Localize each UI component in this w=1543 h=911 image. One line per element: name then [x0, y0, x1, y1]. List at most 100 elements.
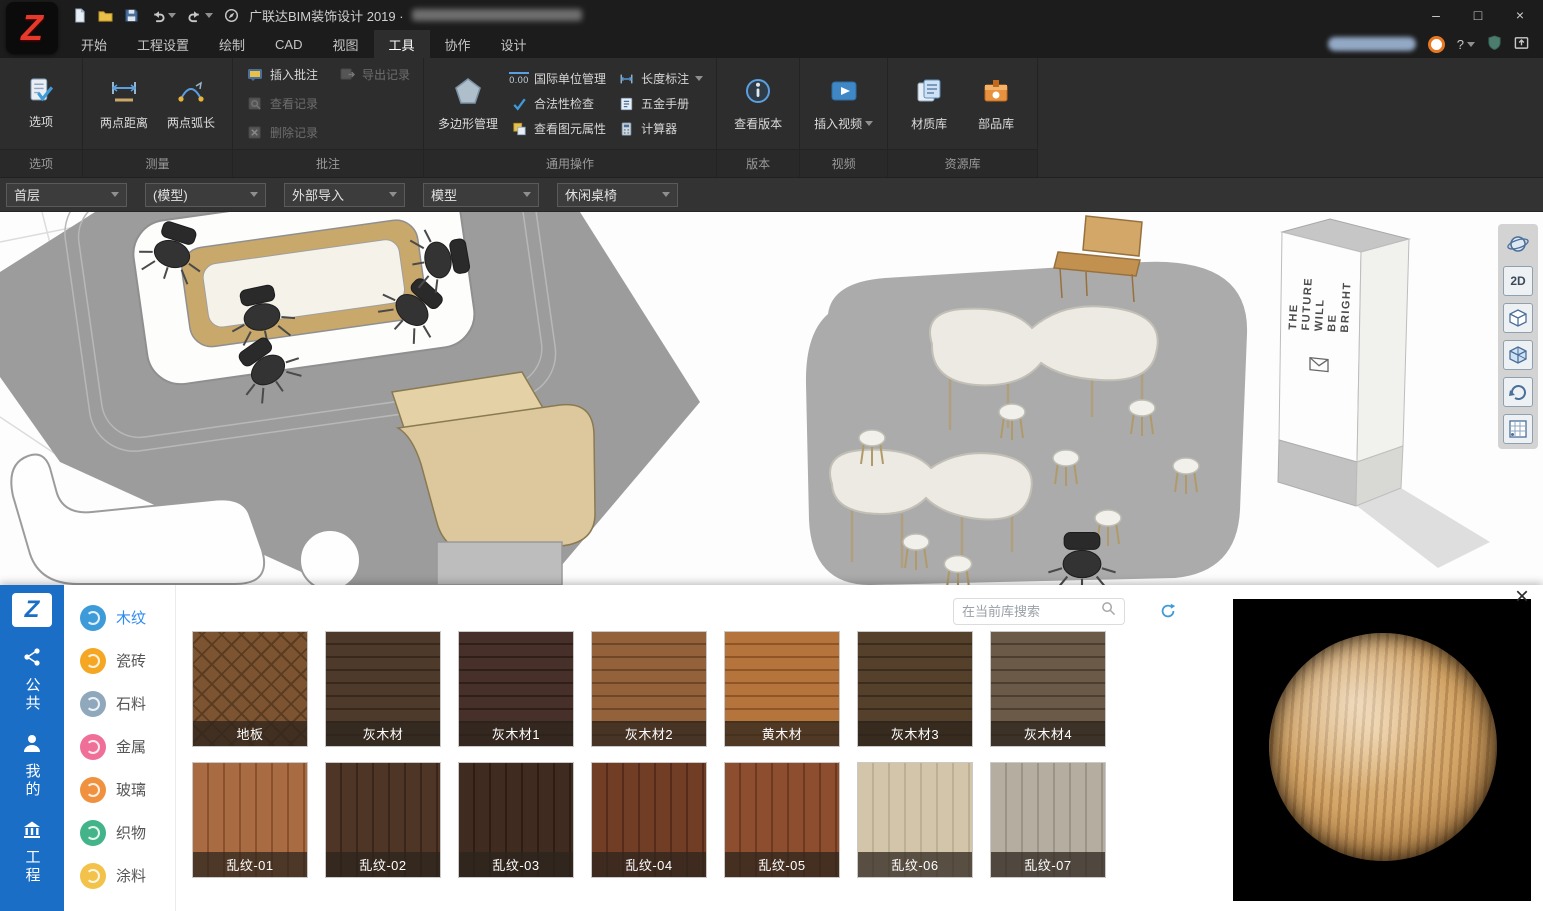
- undo-caret-icon: [168, 13, 176, 18]
- tab-draw[interactable]: 绘制: [204, 30, 260, 58]
- material-swatch-grain-06[interactable]: 乱纹-06: [857, 762, 973, 878]
- viewport-3d-canvas[interactable]: THE FUTURE WILL BE BRIGHT 2D: [0, 212, 1543, 585]
- tab-start[interactable]: 开始: [66, 30, 122, 58]
- group-label-options: 选项: [0, 149, 82, 177]
- refresh-icon[interactable]: [1157, 600, 1179, 622]
- open-file-icon[interactable]: [98, 8, 113, 23]
- insert-video-caret-icon: [865, 121, 873, 126]
- shield-icon[interactable]: [1487, 35, 1502, 53]
- hardware-manual-button[interactable]: 五金手册: [613, 91, 707, 116]
- view-2d-button[interactable]: 2D: [1503, 266, 1533, 296]
- insert-annotation-button[interactable]: 插入批注: [242, 62, 322, 87]
- swatch-label: 地板: [193, 721, 307, 746]
- tab-project-settings[interactable]: 工程设置: [122, 30, 204, 58]
- material-swatch-yellow-wood[interactable]: 黄木材: [724, 631, 840, 747]
- export-record-button[interactable]: 导出记录: [334, 62, 414, 87]
- publish-window-icon[interactable]: [1514, 35, 1529, 53]
- save-icon[interactable]: [124, 8, 139, 23]
- category-stone[interactable]: 石料: [64, 683, 175, 724]
- floor-selector[interactable]: 首层: [6, 183, 127, 207]
- tab-design[interactable]: 设计: [486, 30, 542, 58]
- tab-view[interactable]: 视图: [318, 30, 374, 58]
- viewport-scene: THE FUTURE WILL BE BRIGHT: [0, 212, 1543, 585]
- validity-check-button[interactable]: 合法性检查: [506, 91, 610, 116]
- material-swatch-gray-wood-4[interactable]: 灰木材4: [990, 631, 1106, 747]
- options-button[interactable]: 选项: [9, 62, 73, 146]
- category-list: 木纹 瓷砖 石料 金属 玻璃 织物: [64, 585, 176, 911]
- preview-area: [1231, 585, 1543, 911]
- wood-category-icon: [80, 605, 106, 631]
- material-swatch-grain-01[interactable]: 乱纹-01: [192, 762, 308, 878]
- category-glass[interactable]: 玻璃: [64, 769, 175, 810]
- category-wood[interactable]: 木纹: [64, 597, 175, 638]
- material-swatch-grain-04[interactable]: 乱纹-04: [591, 762, 707, 878]
- brand-circle-icon[interactable]: [1428, 36, 1445, 53]
- category-fabric[interactable]: 织物: [64, 812, 175, 853]
- nav-mine[interactable]: 我的: [0, 723, 64, 809]
- insert-annotation-label: 插入批注: [270, 66, 318, 83]
- furniture-selector-caret-icon: [662, 192, 670, 197]
- search-input[interactable]: [962, 604, 1092, 619]
- view-version-button[interactable]: 查看版本: [726, 62, 790, 146]
- two-point-arc-button[interactable]: 两点弧长: [159, 62, 223, 146]
- model-type-selector[interactable]: 模型: [423, 183, 539, 207]
- material-swatch-grain-07[interactable]: 乱纹-07: [990, 762, 1106, 878]
- material-library-button[interactable]: 材质库: [897, 62, 961, 146]
- category-paint[interactable]: 涂料: [64, 855, 175, 896]
- isometric-view-icon[interactable]: [1503, 303, 1533, 333]
- model-filter-selector[interactable]: (模型): [145, 183, 266, 207]
- maximize-button[interactable]: □: [1461, 2, 1495, 28]
- nav-public[interactable]: 公共: [0, 637, 64, 723]
- new-file-icon[interactable]: [72, 8, 87, 23]
- import-source-selector[interactable]: 外部导入: [284, 183, 405, 207]
- material-swatch-grain-02[interactable]: 乱纹-02: [325, 762, 441, 878]
- unit-manage-button[interactable]: 0.00 国际单位管理: [506, 66, 610, 91]
- part-library-button[interactable]: 部品库: [964, 62, 1028, 146]
- nav-project[interactable]: 工程: [0, 809, 64, 895]
- rotate-view-icon[interactable]: [1503, 377, 1533, 407]
- panel-close-button[interactable]: ×: [1511, 583, 1533, 611]
- compass-icon[interactable]: [224, 8, 239, 23]
- help-caret-icon: [1467, 42, 1475, 47]
- view-element-properties-button[interactable]: 查看图元属性: [506, 116, 610, 141]
- help-button[interactable]: ?: [1457, 37, 1475, 52]
- material-swatch-grain-03[interactable]: 乱纹-03: [458, 762, 574, 878]
- section-grid-icon[interactable]: [1503, 414, 1533, 444]
- close-button[interactable]: ×: [1503, 2, 1537, 28]
- perspective-view-icon[interactable]: [1503, 340, 1533, 370]
- tile-category-icon: [80, 648, 106, 674]
- polygon-manage-button[interactable]: 多边形管理: [433, 62, 503, 146]
- material-swatch-grain-05[interactable]: 乱纹-05: [724, 762, 840, 878]
- calculator-button[interactable]: 计算器: [613, 116, 707, 141]
- material-preview-canvas[interactable]: [1233, 599, 1531, 901]
- model-type-value: 模型: [431, 185, 457, 204]
- orbit-view-icon[interactable]: [1503, 229, 1533, 259]
- redo-icon[interactable]: [187, 8, 213, 23]
- insert-video-button[interactable]: 插入视频: [809, 62, 878, 146]
- undo-icon[interactable]: [150, 8, 176, 23]
- view-record-button[interactable]: 查看记录: [242, 91, 322, 116]
- search-icon[interactable]: [1101, 601, 1116, 621]
- material-swatch-floor[interactable]: 地板: [192, 631, 308, 747]
- delete-record-button[interactable]: 删除记录: [242, 120, 322, 145]
- furniture-selector[interactable]: 休闲桌椅: [557, 183, 678, 207]
- search-box[interactable]: [953, 598, 1125, 625]
- glass-category-icon: [80, 777, 106, 803]
- tab-collaborate[interactable]: 协作: [430, 30, 486, 58]
- titlebar: 广联达BIM装饰设计 2019 · – □ ×: [0, 0, 1543, 30]
- category-tile[interactable]: 瓷砖: [64, 640, 175, 681]
- tab-cad[interactable]: CAD: [260, 30, 317, 58]
- tab-tools[interactable]: 工具: [374, 30, 430, 58]
- material-swatch-gray-wood[interactable]: 灰木材: [325, 631, 441, 747]
- two-point-distance-button[interactable]: 两点距离: [92, 62, 156, 146]
- category-metal[interactable]: 金属: [64, 726, 175, 767]
- material-preview-sphere[interactable]: [1269, 633, 1497, 861]
- material-swatch-gray-wood-3[interactable]: 灰木材3: [857, 631, 973, 747]
- material-swatch-gray-wood-1[interactable]: 灰木材1: [458, 631, 574, 747]
- swatch-label: 乱纹-04: [592, 852, 706, 877]
- length-dimension-button[interactable]: 长度标注: [613, 66, 707, 91]
- material-swatch-gray-wood-2[interactable]: 灰木材2: [591, 631, 707, 747]
- import-source-value: 外部导入: [292, 185, 344, 204]
- material-library-panel: × Z 公共 我的 工程: [0, 585, 1543, 911]
- minimize-button[interactable]: –: [1419, 2, 1453, 28]
